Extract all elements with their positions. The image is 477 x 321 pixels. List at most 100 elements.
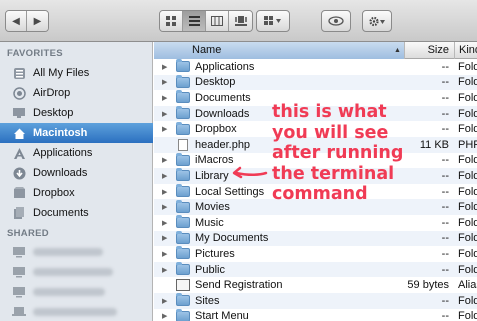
- downloads-icon: [12, 167, 26, 180]
- sidebar-item-desktop[interactable]: Desktop: [0, 103, 153, 123]
- applications-icon: [12, 147, 26, 160]
- file-name: Pictures: [195, 247, 235, 260]
- eye-icon: [328, 16, 344, 26]
- file-size: --: [441, 185, 449, 198]
- folder-icon: [176, 230, 190, 244]
- file-row[interactable]: ▶ My Documents -- Folde: [154, 230, 477, 247]
- arrange-button[interactable]: [256, 10, 290, 32]
- file-size: --: [441, 232, 449, 245]
- annotation-line: the terminal: [272, 163, 395, 184]
- blurred-computer-name: [33, 248, 103, 256]
- file-row[interactable]: ▶ Desktop -- Folde: [154, 74, 477, 91]
- sidebar-item-dropbox[interactable]: Dropbox: [0, 183, 153, 203]
- disclosure-triangle-icon[interactable]: ▶: [162, 312, 170, 320]
- file-kind: Folde: [458, 76, 477, 89]
- folder-icon: [176, 293, 190, 307]
- file-name: Public: [195, 263, 225, 276]
- sidebar-item-all-my-files[interactable]: All My Files: [0, 63, 153, 83]
- sidebar-item-shared-computer[interactable]: [0, 282, 153, 302]
- column-kind[interactable]: Kind: [454, 42, 477, 59]
- file-size: --: [441, 201, 449, 214]
- disclosure-triangle-icon[interactable]: ▶: [162, 219, 170, 227]
- file-row[interactable]: Send Registration 59 bytes Alias: [154, 277, 477, 293]
- disclosure-triangle-icon[interactable]: ▶: [162, 297, 170, 305]
- file-row[interactable]: ▶ Music -- Folde: [154, 215, 477, 231]
- annotation-arrow-icon: [232, 166, 268, 179]
- back-button[interactable]: ◀: [6, 11, 27, 31]
- folder-icon: [176, 106, 190, 120]
- folder-icon: [176, 168, 190, 182]
- folder-icon: [176, 90, 190, 104]
- blurred-computer-name: [33, 288, 105, 296]
- all-files-icon: [12, 67, 26, 80]
- icon-view-button[interactable]: [160, 11, 183, 31]
- file-kind: Folde: [458, 60, 477, 73]
- column-size[interactable]: Size: [404, 42, 454, 59]
- sidebar-item-label: Applications: [33, 147, 93, 159]
- file-size: --: [441, 247, 449, 260]
- sidebar-item-applications[interactable]: Applications: [0, 143, 153, 163]
- column-view-button[interactable]: [206, 11, 229, 31]
- sidebar-item-downloads[interactable]: Downloads: [0, 163, 153, 183]
- coverflow-view-button[interactable]: [229, 11, 252, 31]
- sidebar-item-shared-computer[interactable]: [0, 262, 153, 282]
- computer-icon: [12, 286, 26, 299]
- sort-ascending-icon: ▲: [394, 47, 401, 54]
- file-kind: Folde: [458, 216, 477, 229]
- file-kind: Folde: [458, 169, 477, 182]
- file-size: --: [441, 76, 449, 89]
- file-row[interactable]: ▶ Public -- Folde: [154, 261, 477, 278]
- disclosure-triangle-icon[interactable]: ▶: [162, 78, 170, 86]
- column-name[interactable]: Name: [154, 42, 404, 59]
- sidebar-item-shared-computer[interactable]: [0, 302, 153, 321]
- sidebar-item-airdrop[interactable]: AirDrop: [0, 83, 153, 103]
- disclosure-triangle-icon[interactable]: ▶: [162, 250, 170, 258]
- disclosure-triangle-icon[interactable]: ▶: [162, 188, 170, 196]
- disclosure-triangle-icon[interactable]: ▶: [162, 110, 170, 118]
- file-kind: Alias: [458, 279, 477, 292]
- action-button[interactable]: [362, 10, 392, 32]
- list-view-button[interactable]: [183, 11, 206, 31]
- disclosure-triangle-icon[interactable]: ▶: [162, 94, 170, 102]
- file-name: Send Registration: [195, 279, 283, 292]
- dropbox-icon: [12, 187, 26, 200]
- file-row[interactable]: ▶ Applications -- Folde: [154, 59, 477, 75]
- disclosure-triangle-icon[interactable]: ▶: [162, 63, 170, 71]
- disclosure-triangle-icon[interactable]: ▶: [162, 266, 170, 274]
- favorites-header: FAVORITES: [7, 48, 63, 59]
- file-size: --: [441, 60, 449, 73]
- folder-icon: [176, 308, 190, 321]
- sidebar-item-label: All My Files: [33, 67, 90, 79]
- file-size: --: [441, 91, 449, 104]
- file-kind: Folde: [458, 263, 477, 276]
- annotation-line: after running: [272, 143, 404, 163]
- disclosure-triangle-icon[interactable]: ▶: [162, 172, 170, 180]
- icon-view-icon: [166, 16, 176, 26]
- sidebar-item-documents[interactable]: Documents: [0, 203, 153, 223]
- sidebar-item-shared-computer[interactable]: [0, 242, 153, 262]
- file-kind: Folde: [458, 107, 477, 120]
- folder-icon: [176, 74, 190, 88]
- sidebar-item-macintosh[interactable]: Macintosh: [0, 123, 153, 143]
- file-row[interactable]: ▶ Start Menu -- Folde: [154, 308, 477, 321]
- file-name: Desktop: [195, 76, 236, 89]
- disclosure-triangle-icon[interactable]: ▶: [162, 156, 170, 164]
- file-kind: Folde: [458, 123, 477, 136]
- documents-icon: [12, 206, 26, 220]
- file-name: Start Menu: [195, 310, 249, 321]
- disclosure-triangle-icon[interactable]: ▶: [162, 125, 170, 133]
- sidebar-item-label: AirDrop: [33, 87, 71, 99]
- annotation-line: this is what: [272, 102, 387, 122]
- file-kind: Folde: [458, 247, 477, 260]
- computer-icon: [12, 306, 26, 319]
- home-icon: [12, 127, 26, 140]
- quicklook-button[interactable]: [321, 10, 351, 32]
- file-size: --: [441, 294, 449, 307]
- forward-button[interactable]: ▶: [27, 11, 48, 31]
- folder-icon: [176, 152, 190, 166]
- file-row[interactable]: ▶ Sites -- Folde: [154, 293, 477, 309]
- disclosure-triangle-icon[interactable]: ▶: [162, 234, 170, 242]
- file-kind: Folde: [458, 294, 477, 307]
- disclosure-triangle-icon[interactable]: ▶: [162, 203, 170, 211]
- file-row[interactable]: ▶ Pictures -- Folde: [154, 246, 477, 262]
